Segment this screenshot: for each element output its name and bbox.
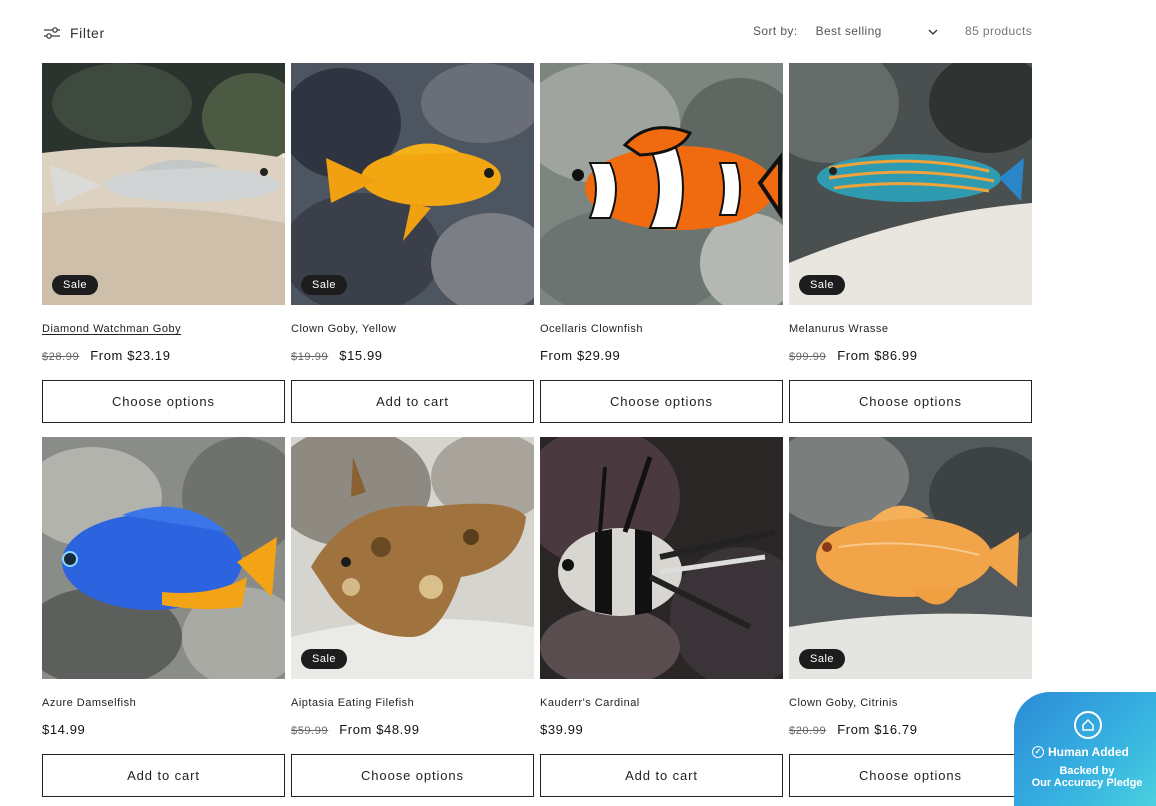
sale-price: From $16.79 [837,722,918,737]
sort-label: Sort by: [753,24,798,38]
add-to-cart-button[interactable]: Add to cart [291,380,534,423]
sort-select[interactable]: Best selling [816,24,938,38]
product-title[interactable]: Clown Goby, Yellow [291,323,534,337]
choose-options-button[interactable]: Choose options [42,380,285,423]
product-card: Sale Melanurus Wrasse $99.99 From $86.99… [789,63,1032,423]
add-to-cart-button[interactable]: Add to cart [42,754,285,797]
product-card: Sale Clown Goby, Yellow $19.99 $15.99 Ad… [291,63,534,423]
product-image[interactable] [540,63,783,305]
product-card: Kauderr's Cardinal $39.99 Add to cart [540,437,783,797]
sale-badge: Sale [301,649,348,669]
compare-at-price: $20.99 [789,725,827,737]
pledge-line-3: Our Accuracy Pledge [1031,777,1143,789]
product-title[interactable]: Azure Damselfish [42,697,285,711]
sale-price: From $48.99 [339,722,420,737]
sale-price: From $23.19 [90,348,171,363]
sale-badge: Sale [799,275,846,295]
product-title[interactable]: Aiptasia Eating Filefish [291,697,534,711]
pledge-heading-text: Human Added [1048,745,1129,759]
product-title[interactable]: Ocellaris Clownfish [540,323,783,337]
sale-badge: Sale [301,275,348,295]
pledge-heading: ✓ Human Added [1032,745,1129,759]
regular-price: From $29.99 [540,348,621,363]
product-card: Azure Damselfish $14.99 Add to cart [42,437,285,797]
check-circle-icon: ✓ [1032,746,1044,758]
product-card: Sale Diamond Watchman Goby $28.99 From $… [42,63,285,423]
product-price: $14.99 [42,722,285,740]
add-to-cart-button[interactable]: Add to cart [540,754,783,797]
product-grid: Sale Diamond Watchman Goby $28.99 From $… [42,63,1032,797]
product-price: $28.99 From $23.19 [42,348,285,366]
choose-options-button[interactable]: Choose options [540,380,783,423]
product-title[interactable]: Melanurus Wrasse [789,323,1032,337]
filter-label: Filter [70,25,105,41]
compare-at-price: $59.99 [291,725,329,737]
product-image[interactable]: Sale [291,63,534,305]
product-image[interactable]: Sale [789,63,1032,305]
product-price: $19.99 $15.99 [291,348,534,366]
compare-at-price: $99.99 [789,351,827,363]
sale-badge: Sale [799,649,846,669]
compare-at-price: $28.99 [42,351,80,363]
product-count: 85 products [965,24,1033,38]
product-card: Sale Clown Goby, Citrinis $20.99 From $1… [789,437,1032,797]
product-image[interactable]: Sale [789,437,1032,679]
pledge-subtext: Backed by Our Accuracy Pledge [1014,765,1156,789]
house-icon [1074,711,1102,739]
product-image[interactable]: Sale [291,437,534,679]
accuracy-pledge-badge[interactable]: ✓ Human Added Backed by Our Accuracy Ple… [1014,692,1156,806]
pledge-line-2: Backed by [1059,765,1115,777]
product-title[interactable]: Diamond Watchman Goby [42,323,285,337]
sliders-icon [44,26,60,40]
sale-price: From $86.99 [837,348,918,363]
sale-price: $15.99 [339,348,383,363]
filter-button[interactable]: Filter [44,25,105,41]
product-image[interactable] [540,437,783,679]
regular-price: $39.99 [540,722,584,737]
product-price: $99.99 From $86.99 [789,348,1032,366]
sort-control: Sort by: Best selling [753,24,938,38]
regular-price: $14.99 [42,722,86,737]
choose-options-button[interactable]: Choose options [789,754,1032,797]
sort-value: Best selling [815,24,882,38]
choose-options-button[interactable]: Choose options [291,754,534,797]
product-title[interactable]: Kauderr's Cardinal [540,697,783,711]
product-image[interactable]: Sale [42,63,285,305]
product-card: Sale Aiptasia Eating Filefish $59.99 Fro… [291,437,534,797]
collection-toolbar: Filter Sort by: Best selling 85 products [0,0,1156,63]
sale-badge: Sale [52,275,99,295]
product-title[interactable]: Clown Goby, Citrinis [789,697,1032,711]
product-price: From $29.99 [540,348,783,366]
product-card: Ocellaris Clownfish From $29.99 Choose o… [540,63,783,423]
product-price: $59.99 From $48.99 [291,722,534,740]
product-price: $20.99 From $16.79 [789,722,1032,740]
compare-at-price: $19.99 [291,351,329,363]
product-price: $39.99 [540,722,783,740]
choose-options-button[interactable]: Choose options [789,380,1032,423]
chevron-down-icon [928,24,938,38]
product-image[interactable] [42,437,285,679]
